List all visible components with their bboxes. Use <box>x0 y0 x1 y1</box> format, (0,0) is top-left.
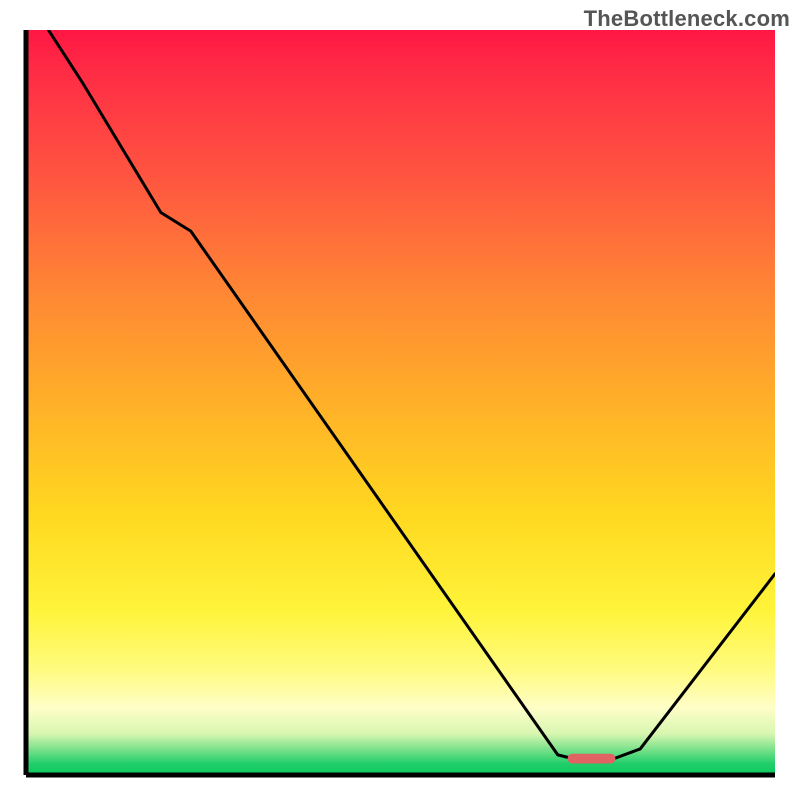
chart-container: TheBottleneck.com <box>0 0 800 800</box>
optimal-range-marker <box>568 754 616 764</box>
bottleneck-chart <box>0 0 800 800</box>
watermark-text: TheBottleneck.com <box>584 6 790 32</box>
gradient-background <box>26 30 775 775</box>
